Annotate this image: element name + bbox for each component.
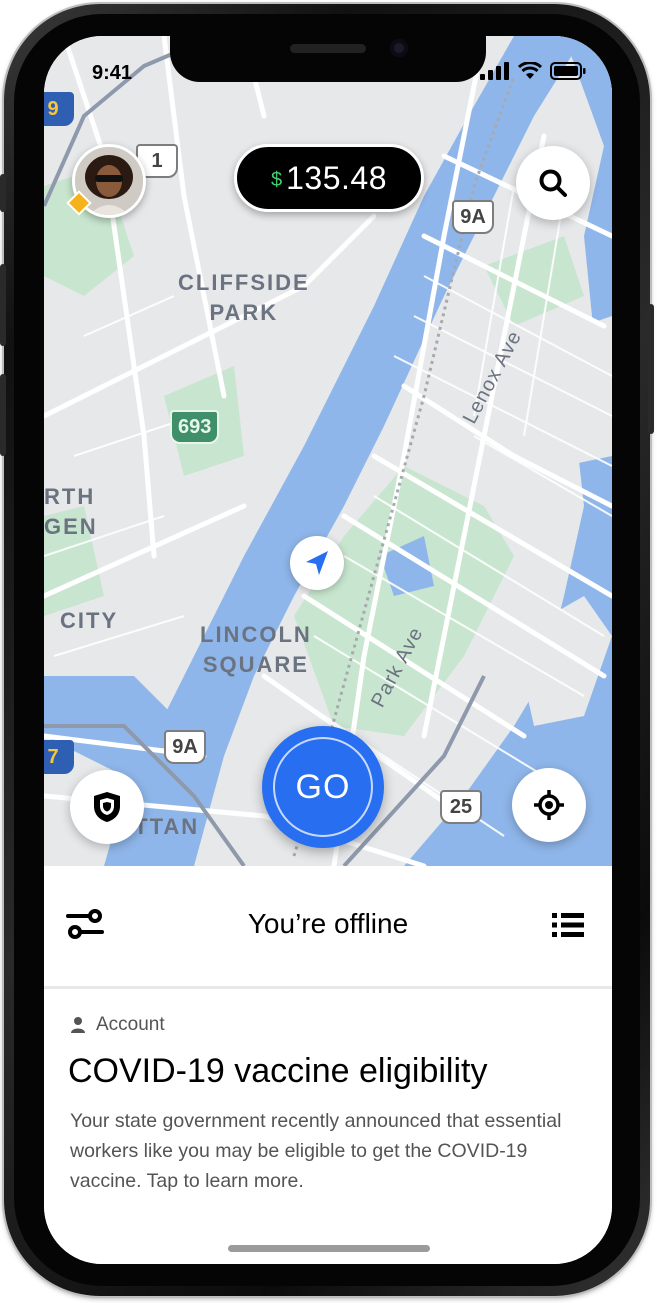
trip-list-button[interactable] [552,912,584,943]
mute-switch [0,174,6,212]
route-shield: 9 [44,92,74,126]
route-shield: 9A [164,730,206,764]
offline-status-title: You’re offline [247,908,409,939]
screen: CLIFFSIDE PARK RTH GEN CITY LINCOLN SQUARE … [44,36,612,1264]
card-title: COVID-19 vaccine eligibility [68,1052,488,1090]
power-button [648,304,654,434]
earnings-amount: 135.48 [286,159,387,196]
map-area-label: LINCOLN SQUARE [200,622,312,677]
navigation-arrow-icon [306,551,328,575]
map-area-label: CLIFFSIDE PARK [178,270,310,325]
card-category: Account [70,1014,165,1036]
current-location-marker [290,536,344,590]
wifi-icon [518,62,542,79]
search-button[interactable] [516,146,590,220]
battery-icon [550,62,586,80]
bottom-sheet: You’re offline Account COVID-19 vaccine … [44,866,612,1264]
go-online-button[interactable]: GO [262,726,384,848]
sheet-header: You’re offline [44,866,612,989]
locate-icon [534,790,564,820]
recenter-location-button[interactable] [512,768,586,842]
route-shield: 7 [44,740,74,774]
go-button-label: GO [273,737,373,837]
route-shield: 25 [440,790,482,824]
volume-down-button [0,374,6,456]
route-shield: 9A [452,200,494,234]
home-indicator[interactable] [228,1245,430,1252]
safety-toolkit-button[interactable] [70,770,144,844]
currency-symbol: $ [271,168,283,191]
search-icon [539,169,567,197]
card-category-label: Account [96,1014,165,1035]
route-shield: 693 [170,410,220,444]
shield-icon [94,792,120,822]
notch [170,36,486,82]
signal-icon [480,62,509,80]
card-body: Your state government recently announced… [70,1110,562,1192]
list-icon [552,913,584,937]
status-time: 9:41 [92,62,133,84]
volume-up-button [0,264,6,346]
earnings-pill[interactable]: $ 135.48 [234,144,424,212]
person-icon [71,1017,85,1033]
map-area-label: RTH GEN [44,484,98,539]
map-area-label: CITY [60,608,119,633]
status-icons [480,62,586,80]
